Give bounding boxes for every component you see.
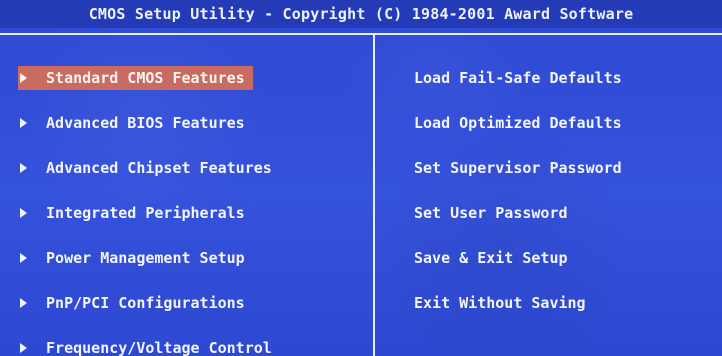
menu-item-integrated-peripherals[interactable]: Integrated Peripherals [20,201,245,225]
menu-item-label: Save & Exit Setup [414,249,568,267]
menu-item-label: Advanced BIOS Features [46,114,245,132]
menu-item-load-optimized-defaults[interactable]: Load Optimized Defaults [414,111,622,135]
arrow-right-icon [20,117,27,128]
menu-item-pnp-pci-configurations[interactable]: PnP/PCI Configurations [20,291,245,315]
menu-item-label: Set User Password [414,204,568,222]
menu-item-label: Standard CMOS Features [46,69,245,87]
arrow-right-icon [20,342,27,353]
arrow-right-icon [20,207,27,218]
menu-item-label: Exit Without Saving [414,294,586,312]
menu-item-set-supervisor-password[interactable]: Set Supervisor Password [414,156,622,180]
menu-item-label: Frequency/Voltage Control [46,339,272,356]
menu-item-exit-without-saving[interactable]: Exit Without Saving [414,291,586,315]
menu-item-advanced-bios-features[interactable]: Advanced BIOS Features [20,111,245,135]
menu-item-label: Set Supervisor Password [414,159,622,177]
menu-item-power-management-setup[interactable]: Power Management Setup [20,246,245,270]
menu-item-set-user-password[interactable]: Set User Password [414,201,568,225]
menu-item-label: Load Optimized Defaults [414,114,622,132]
menu-item-label: PnP/PCI Configurations [46,294,245,312]
title-bar: CMOS Setup Utility - Copyright (C) 1984-… [0,0,722,28]
menu-item-advanced-chipset-features[interactable]: Advanced Chipset Features [20,156,272,180]
menu-item-frequency-voltage-control[interactable]: Frequency/Voltage Control [20,336,272,356]
arrow-right-icon [20,297,27,308]
arrow-right-icon [20,72,27,83]
menu-item-load-fail-safe-defaults[interactable]: Load Fail-Safe Defaults [414,66,622,90]
menu-item-label: Power Management Setup [46,249,245,267]
arrow-right-icon [20,252,27,263]
menu-item-label: Advanced Chipset Features [46,159,272,177]
menu-item-label: Load Fail-Safe Defaults [414,69,622,87]
frame-divider-line [373,35,375,356]
menu-item-label: Integrated Peripherals [46,204,245,222]
bios-setup-screen: CMOS Setup Utility - Copyright (C) 1984-… [0,0,722,356]
frame-top-line [0,33,722,35]
menu-item-standard-cmos-features[interactable]: Standard CMOS Features [18,66,253,90]
menu-item-save-and-exit-setup[interactable]: Save & Exit Setup [414,246,568,270]
arrow-right-icon [20,162,27,173]
